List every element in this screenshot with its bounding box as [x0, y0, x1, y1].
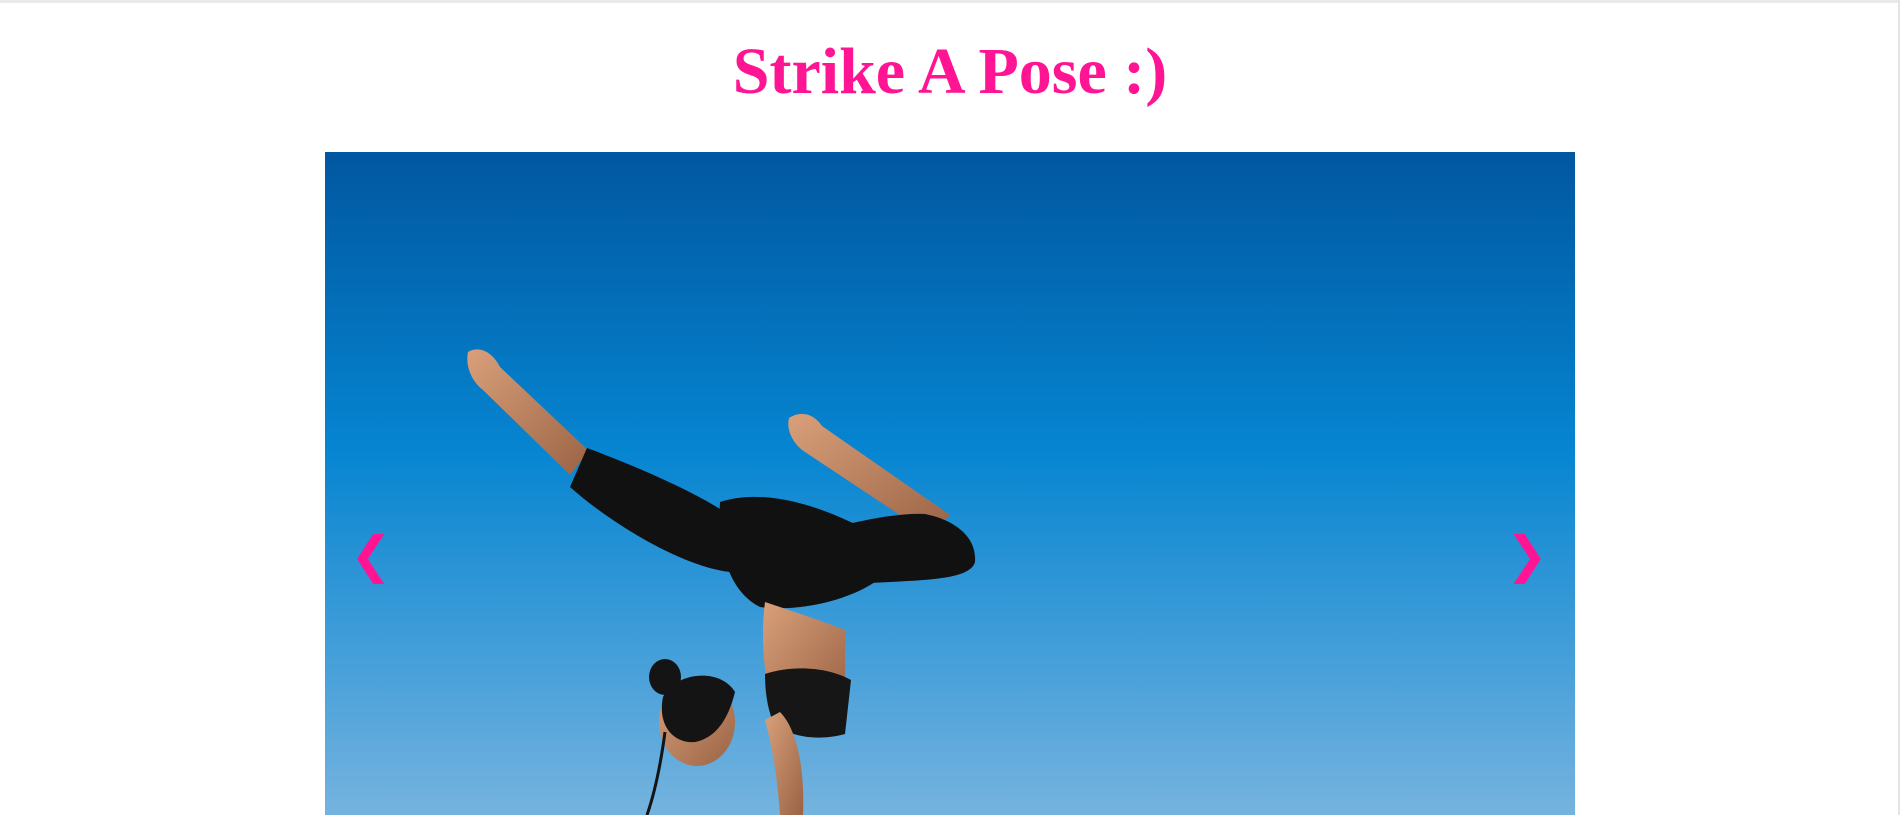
slide-image: [325, 152, 1575, 815]
top-edge: [0, 0, 1900, 3]
page-title: Strike A Pose :): [732, 35, 1168, 108]
previous-slide-button[interactable]: ❮: [341, 520, 401, 590]
sky-background: [325, 152, 1575, 815]
next-slide-button[interactable]: ❯: [1497, 520, 1557, 590]
slideshow: [325, 152, 1575, 815]
